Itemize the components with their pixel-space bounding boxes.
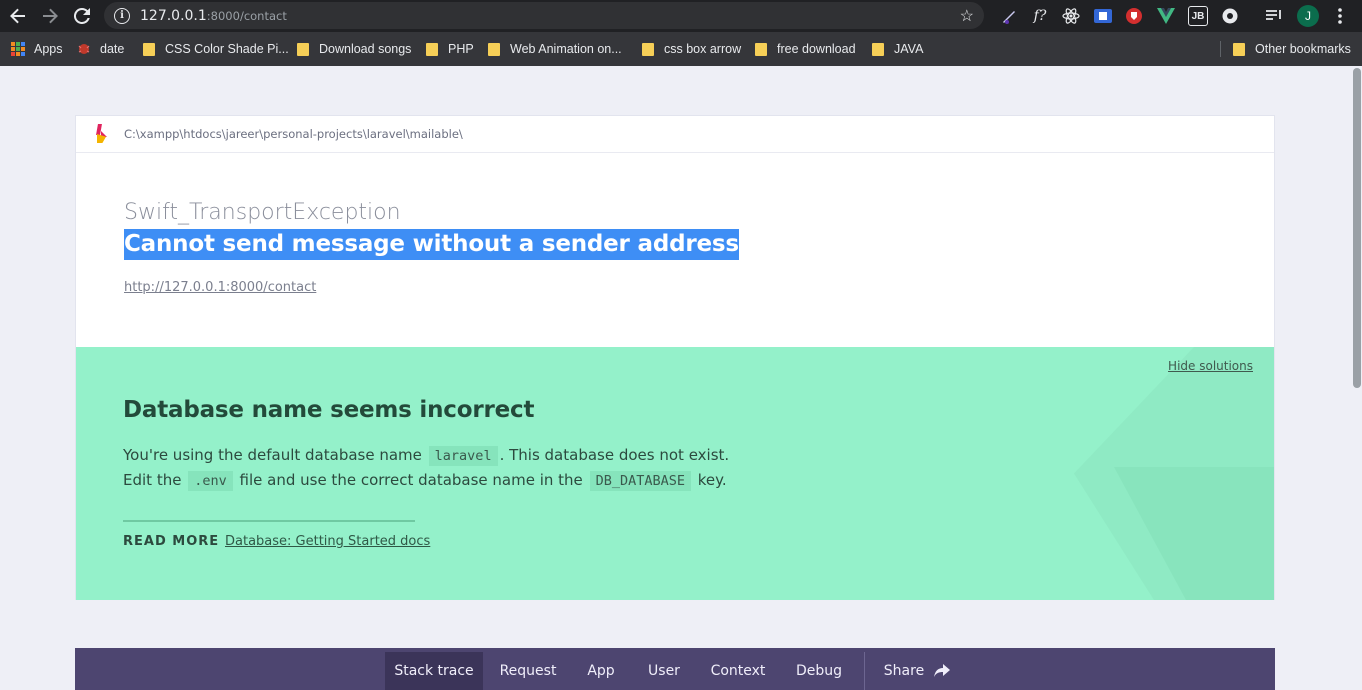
bookmark-label: PHP xyxy=(448,42,474,56)
reading-list-icon[interactable] xyxy=(1264,6,1284,26)
extension-blue-icon[interactable] xyxy=(1093,6,1113,26)
exception-class: Swift_TransportException xyxy=(124,200,401,225)
solution-panel: Hide solutions Database name seems incor… xyxy=(76,347,1274,600)
share-arrow-icon xyxy=(934,664,951,677)
address-bar[interactable]: i 127.0.0.1:8000/contact ☆ xyxy=(104,2,984,29)
extension-pen-icon[interactable] xyxy=(999,6,1019,26)
bookmark-folder-css-color[interactable]: CSS Color Shade Pi... xyxy=(143,40,289,58)
extension-shield-icon[interactable] xyxy=(1124,6,1144,26)
folder-icon xyxy=(755,42,767,56)
bookmark-star-icon[interactable]: ☆ xyxy=(960,6,974,26)
bookmark-label: date xyxy=(100,42,125,56)
bug-icon xyxy=(78,44,90,54)
extension-react-icon[interactable] xyxy=(1061,6,1081,26)
tab-app[interactable]: App xyxy=(581,652,621,690)
folder-icon xyxy=(426,42,438,56)
extension-vue-icon[interactable] xyxy=(1156,6,1176,26)
folder-icon xyxy=(872,42,884,56)
reload-button[interactable] xyxy=(66,0,98,32)
read-more-divider xyxy=(123,520,415,522)
bookmark-date[interactable]: date xyxy=(77,40,124,58)
tab-request[interactable]: Request xyxy=(493,652,563,690)
bookmark-folder-free-download[interactable]: free download xyxy=(755,40,856,58)
solution-text: file and use the correct database name i… xyxy=(239,471,583,489)
extension-jb-icon[interactable]: JB xyxy=(1188,6,1208,26)
bookmark-folder-php[interactable]: PHP xyxy=(426,40,474,58)
bookmark-label: Apps xyxy=(34,42,63,56)
bookmarks-divider xyxy=(1220,41,1221,57)
solution-text: Edit the xyxy=(123,471,182,489)
solution-line-1: You're using the default database name l… xyxy=(123,443,729,468)
back-button[interactable] xyxy=(2,0,34,32)
exception-message: Cannot send message without a sender add… xyxy=(124,229,739,260)
url-path: :8000/contact xyxy=(206,8,287,23)
bookmark-label: css box arrow xyxy=(664,42,742,56)
folder-icon xyxy=(1233,42,1245,56)
menu-kebab-icon[interactable] xyxy=(1330,6,1350,26)
folder-icon xyxy=(642,42,654,56)
forward-arrow-icon xyxy=(43,8,58,24)
tab-debug[interactable]: Debug xyxy=(791,652,847,690)
back-arrow-icon xyxy=(10,8,25,24)
site-info-icon[interactable]: i xyxy=(114,7,130,24)
read-more-label: READ MORE xyxy=(123,534,220,549)
code-db-database-key: DB_DATABASE xyxy=(589,471,691,491)
project-path: C:\xampp\htdocs\jareer\personal-projects… xyxy=(124,127,463,141)
solution-line-2: Edit the .env file and use the correct d… xyxy=(123,468,729,493)
apps-grid-icon xyxy=(11,42,25,56)
bookmark-label: JAVA xyxy=(894,42,924,56)
extension-font-icon[interactable]: f? xyxy=(1030,6,1050,26)
profile-avatar[interactable]: J xyxy=(1297,5,1319,27)
solution-text: key. xyxy=(697,471,727,489)
code-database-name: laravel xyxy=(428,446,498,466)
ignition-logo-icon xyxy=(94,124,108,144)
bookmark-folder-css-box-arrow[interactable]: css box arrow xyxy=(642,40,741,58)
tab-stack-trace[interactable]: Stack trace xyxy=(385,652,483,690)
share-label: Share xyxy=(883,663,925,679)
tab-user[interactable]: User xyxy=(641,652,687,690)
code-env-file: .env xyxy=(188,471,233,491)
bookmark-label: Web Animation on... xyxy=(510,42,622,56)
tab-context[interactable]: Context xyxy=(705,652,771,690)
docs-link[interactable]: Database: Getting Started docs xyxy=(225,534,430,549)
bookmark-apps[interactable]: Apps xyxy=(11,40,63,58)
extension-circle-icon[interactable] xyxy=(1220,6,1240,26)
bookmark-label: CSS Color Shade Pi... xyxy=(165,42,289,56)
exception-url-link[interactable]: http://127.0.0.1:8000/contact xyxy=(124,280,316,295)
solution-text: . This database does not exist. xyxy=(499,446,730,464)
url-host: 127.0.0.1 xyxy=(140,7,207,24)
bookmark-label: Download songs xyxy=(319,42,412,56)
bookmark-folder-download-songs[interactable]: Download songs xyxy=(297,40,411,58)
url-text[interactable]: 127.0.0.1:8000/contact xyxy=(140,8,287,24)
browser-toolbar: i 127.0.0.1:8000/contact ☆ f? JB J xyxy=(0,0,1362,32)
solution-description: You're using the default database name l… xyxy=(123,443,729,493)
folder-icon xyxy=(297,42,309,56)
bookmark-folder-other[interactable]: Other bookmarks xyxy=(1233,40,1351,58)
bookmarks-bar: Apps date CSS Color Shade Pi... Download… xyxy=(0,32,1362,66)
solution-title: Database name seems incorrect xyxy=(123,397,535,423)
page-scrollbar-thumb[interactable] xyxy=(1353,68,1361,388)
reload-icon xyxy=(74,8,90,24)
folder-icon xyxy=(143,42,155,56)
ignition-tab-bar: Stack trace Request App User Context Deb… xyxy=(75,648,1275,690)
folder-icon xyxy=(488,42,500,56)
tab-share[interactable]: Share xyxy=(881,652,953,690)
bookmark-label: Other bookmarks xyxy=(1255,42,1351,56)
bookmark-folder-web-animation[interactable]: Web Animation on... xyxy=(488,40,622,58)
forward-button[interactable] xyxy=(34,0,66,32)
bookmark-folder-java[interactable]: JAVA xyxy=(872,40,923,58)
solution-text: You're using the default database name xyxy=(123,446,422,464)
error-card: C:\xampp\htdocs\jareer\personal-projects… xyxy=(75,115,1275,600)
hide-solutions-link[interactable]: Hide solutions xyxy=(1168,359,1253,373)
bookmark-label: free download xyxy=(777,42,856,56)
card-header: C:\xampp\htdocs\jareer\personal-projects… xyxy=(76,116,1274,153)
tab-divider xyxy=(864,652,865,690)
